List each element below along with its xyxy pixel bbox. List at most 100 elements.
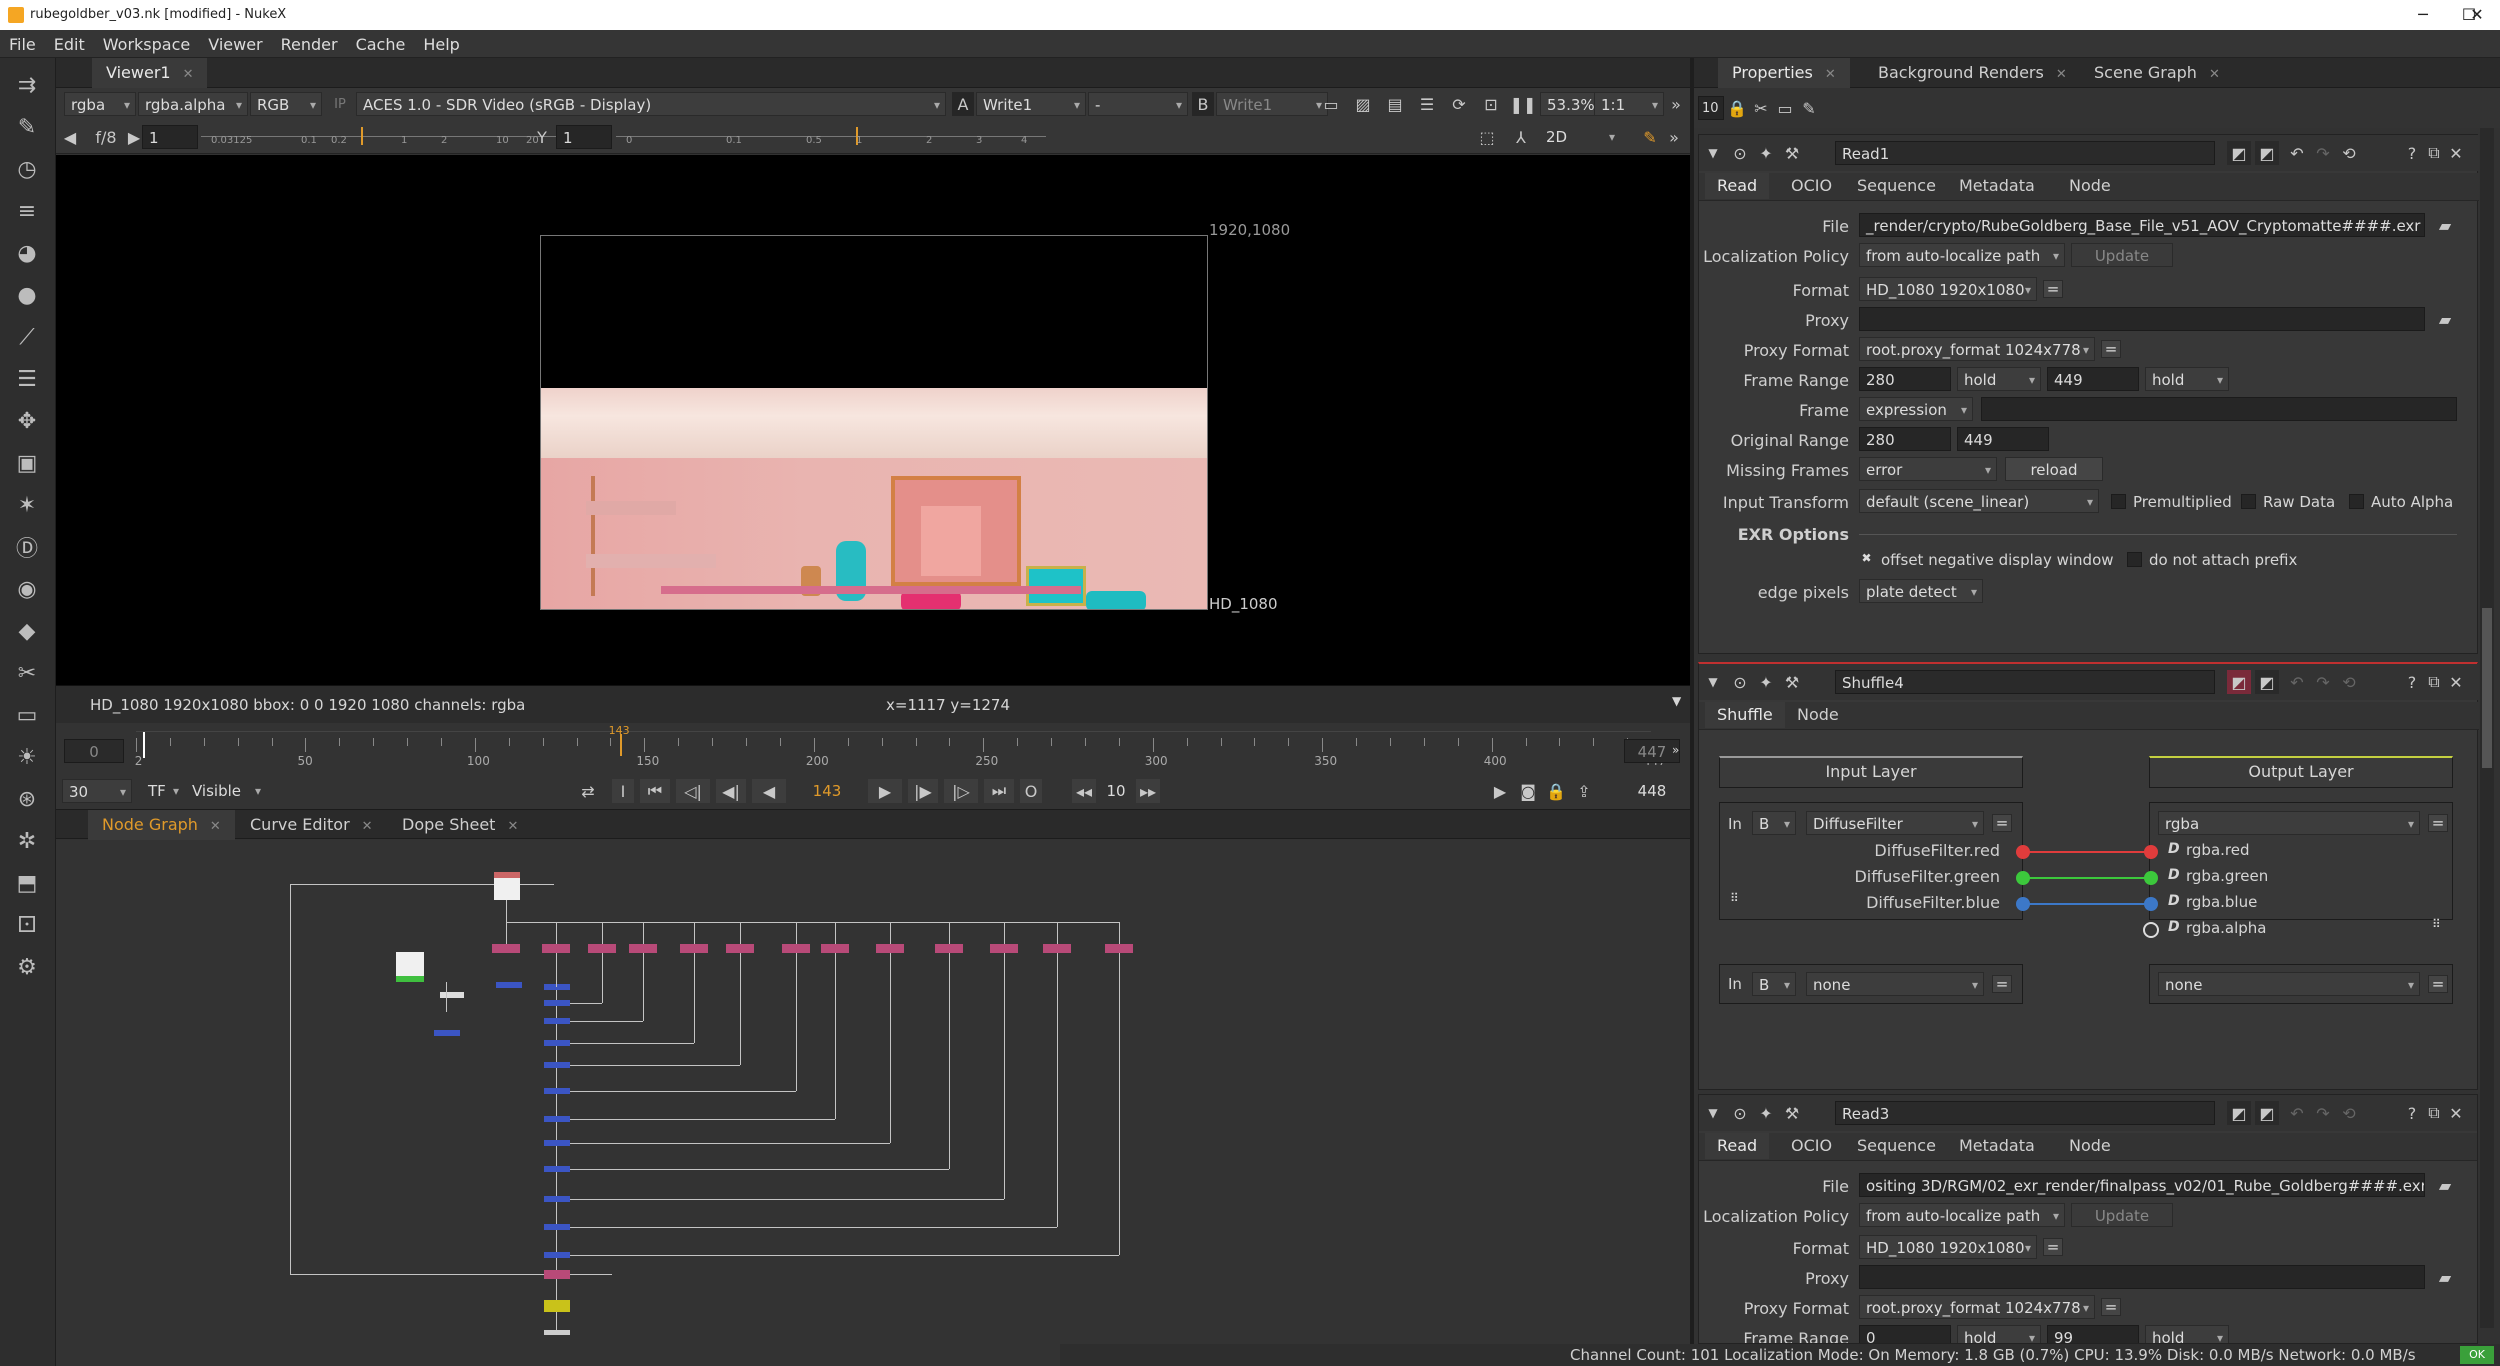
particles-nodes-icon[interactable]: ✶ <box>12 490 42 520</box>
proxy-path-field[interactable] <box>1859 307 2425 331</box>
first-frame-mode-dropdown[interactable]: hold <box>1957 1325 2041 1343</box>
ng-shuffle-node[interactable] <box>629 944 657 953</box>
float-panels-icon[interactable]: ▭ <box>1774 96 1796 120</box>
ng-merge-node[interactable] <box>544 1166 570 1172</box>
revert-icon[interactable]: ⟲ <box>2337 141 2361 165</box>
3d-nodes-icon[interactable]: ▣ <box>12 448 42 478</box>
proxy-path-field[interactable] <box>1859 1265 2425 1289</box>
menu-help[interactable]: Help <box>414 30 468 54</box>
localization-dropdown[interactable]: from auto-localize path <box>1859 243 2065 267</box>
menu-render[interactable]: Render <box>272 30 347 54</box>
merge-nodes-icon[interactable]: ☰ <box>12 364 42 394</box>
float-icon[interactable]: ⧉ <box>2423 141 2445 165</box>
settings-nodes-icon[interactable]: ⚙ <box>12 952 42 982</box>
menu-edit[interactable]: Edit <box>45 30 94 54</box>
ng-shuffle-node[interactable] <box>1105 944 1133 953</box>
roi-icon[interactable]: ▭ <box>1318 92 1344 116</box>
ocula-nodes-icon[interactable]: ⊛ <box>12 784 42 814</box>
gain-slider[interactable]: 0.03125 0.1 0.2 1 2 10 20 44 <box>201 125 576 149</box>
tab-curve-editor[interactable]: Curve Editor ✕ <box>236 810 387 840</box>
display-transform-dropdown[interactable]: ACES 1.0 - SDR Video (sRGB - Display) <box>356 92 946 116</box>
channels-dropdown[interactable]: rgba <box>64 92 136 116</box>
subtab-node[interactable]: Node <box>2057 173 2123 199</box>
subtab-read[interactable]: Read <box>1705 173 1770 199</box>
close-icon[interactable]: ✕ <box>210 819 221 834</box>
minimize-button[interactable]: ─ <box>2400 2 2446 28</box>
subtab-sequence[interactable]: Sequence <box>1845 1133 1948 1159</box>
premultiplied-checkbox[interactable] <box>2111 494 2126 509</box>
ng-merge-node[interactable] <box>544 1196 570 1202</box>
step-forward-icon[interactable]: ▸▸ <box>1136 779 1160 803</box>
font-color-icon[interactable]: ◩ <box>2255 1101 2279 1125</box>
first-frame-icon[interactable]: ⏮ <box>640 779 670 803</box>
node-color-icon[interactable]: ✦ <box>1755 141 1777 165</box>
chevron-down-icon[interactable]: » <box>1664 125 1684 149</box>
gain-field[interactable]: 1 <box>142 125 198 149</box>
cryptomatte-nodes-icon[interactable]: ⚀ <box>12 910 42 940</box>
tab-node-graph[interactable]: Node Graph ✕ <box>88 810 235 840</box>
close-icon[interactable]: ✕ <box>362 819 373 834</box>
ng-merge-node[interactable] <box>544 1224 570 1230</box>
menu-file[interactable]: File <box>0 30 45 54</box>
lock-icon[interactable]: 🔒 <box>1726 96 1748 120</box>
format-menu-button[interactable]: = <box>2043 280 2063 298</box>
ng-shuffle-node[interactable] <box>680 944 708 953</box>
views-nodes-icon[interactable]: ◉ <box>12 574 42 604</box>
read1-name-field[interactable]: Read1 <box>1835 141 2215 165</box>
ng-shuffle-node[interactable] <box>821 944 849 953</box>
tab-dope-sheet[interactable]: Dope Sheet ✕ <box>388 810 532 840</box>
frame-range-first[interactable]: 0 <box>1859 1325 1951 1343</box>
ng-write-node[interactable] <box>544 1300 570 1312</box>
no-prefix-checkbox[interactable] <box>2127 552 2142 567</box>
ng-merge-node[interactable] <box>544 1140 570 1146</box>
toolsets-icon[interactable]: ✂ <box>12 658 42 688</box>
ng-node-tab[interactable] <box>396 976 424 982</box>
file-path-field[interactable]: _render/crypto/RubeGoldberg_Base_File_v5… <box>1859 213 2425 237</box>
timeline-start[interactable]: 0 <box>64 739 124 763</box>
raw-data-checkbox[interactable] <box>2241 494 2256 509</box>
ng-merge-node[interactable] <box>544 984 570 990</box>
refresh-icon[interactable]: ⟳ <box>1446 92 1472 116</box>
ng-dot-node[interactable] <box>440 992 464 998</box>
ng-shuffle-node[interactable] <box>544 1270 570 1279</box>
ng-shuffle-node[interactable] <box>876 944 904 953</box>
gamma-field[interactable]: 1 <box>556 125 612 149</box>
clear-panels-icon[interactable]: ✂ <box>1750 96 1772 120</box>
localization-dropdown[interactable]: from auto-localize path <box>1859 1203 2065 1227</box>
frame-range-last[interactable]: 99 <box>2047 1325 2139 1343</box>
ng-node[interactable] <box>496 982 522 988</box>
chevron-down-icon[interactable]: » <box>1666 92 1686 116</box>
out-point-icon[interactable]: O <box>1020 779 1042 803</box>
pause-icon[interactable]: ❚❚ <box>1510 92 1537 116</box>
image-nodes-icon[interactable]: ⇉ <box>12 70 42 100</box>
update-button[interactable]: Update <box>2071 243 2173 267</box>
redo-icon[interactable]: ↷ <box>2311 1101 2335 1125</box>
subtab-node[interactable]: Node <box>2057 1133 2123 1159</box>
max-panels-field[interactable]: 10 <box>1698 96 1724 120</box>
format-dropdown[interactable]: HD_1080 1920x1080 <box>1859 277 2037 301</box>
proxy-format-dropdown[interactable]: root.proxy_format 1024x778 <box>1859 337 2095 361</box>
output2-layer-dropdown[interactable]: none <box>2158 972 2420 996</box>
close-icon[interactable]: ✕ <box>2445 1101 2467 1125</box>
flipbook-icon[interactable]: ▶ <box>1488 779 1512 803</box>
play-forward-icon[interactable]: ▶ <box>868 779 902 803</box>
folder-icon[interactable]: ▰ <box>2433 213 2457 237</box>
subtab-metadata[interactable]: Metadata <box>1947 173 2047 199</box>
ng-merge-node[interactable] <box>544 1000 570 1006</box>
input2-b-dropdown[interactable]: B <box>1752 972 1796 996</box>
ng-node[interactable] <box>434 1030 460 1036</box>
ng-merge-node[interactable] <box>544 1040 570 1046</box>
ng-read-node[interactable] <box>396 952 424 976</box>
timeline-end-frame[interactable]: 448 <box>1624 779 1680 803</box>
close-icon[interactable]: ✕ <box>2209 67 2220 82</box>
menu-workspace[interactable]: Workspace <box>94 30 199 54</box>
keyer-nodes-icon[interactable]: ⟋ <box>12 322 42 352</box>
tile-color-icon[interactable]: ◩ <box>2227 141 2251 165</box>
proxy-format-menu-button[interactable]: = <box>2101 1298 2121 1316</box>
tab-properties[interactable]: Properties ✕ <box>1718 58 1850 88</box>
prev-keyframe-icon[interactable]: ◁| <box>676 779 710 803</box>
subtab-read[interactable]: Read <box>1705 1133 1770 1159</box>
reload-button[interactable]: reload <box>2005 457 2103 481</box>
ng-merge-node[interactable] <box>544 1018 570 1024</box>
input-b-dropdown[interactable]: Write1 <box>1216 92 1328 116</box>
